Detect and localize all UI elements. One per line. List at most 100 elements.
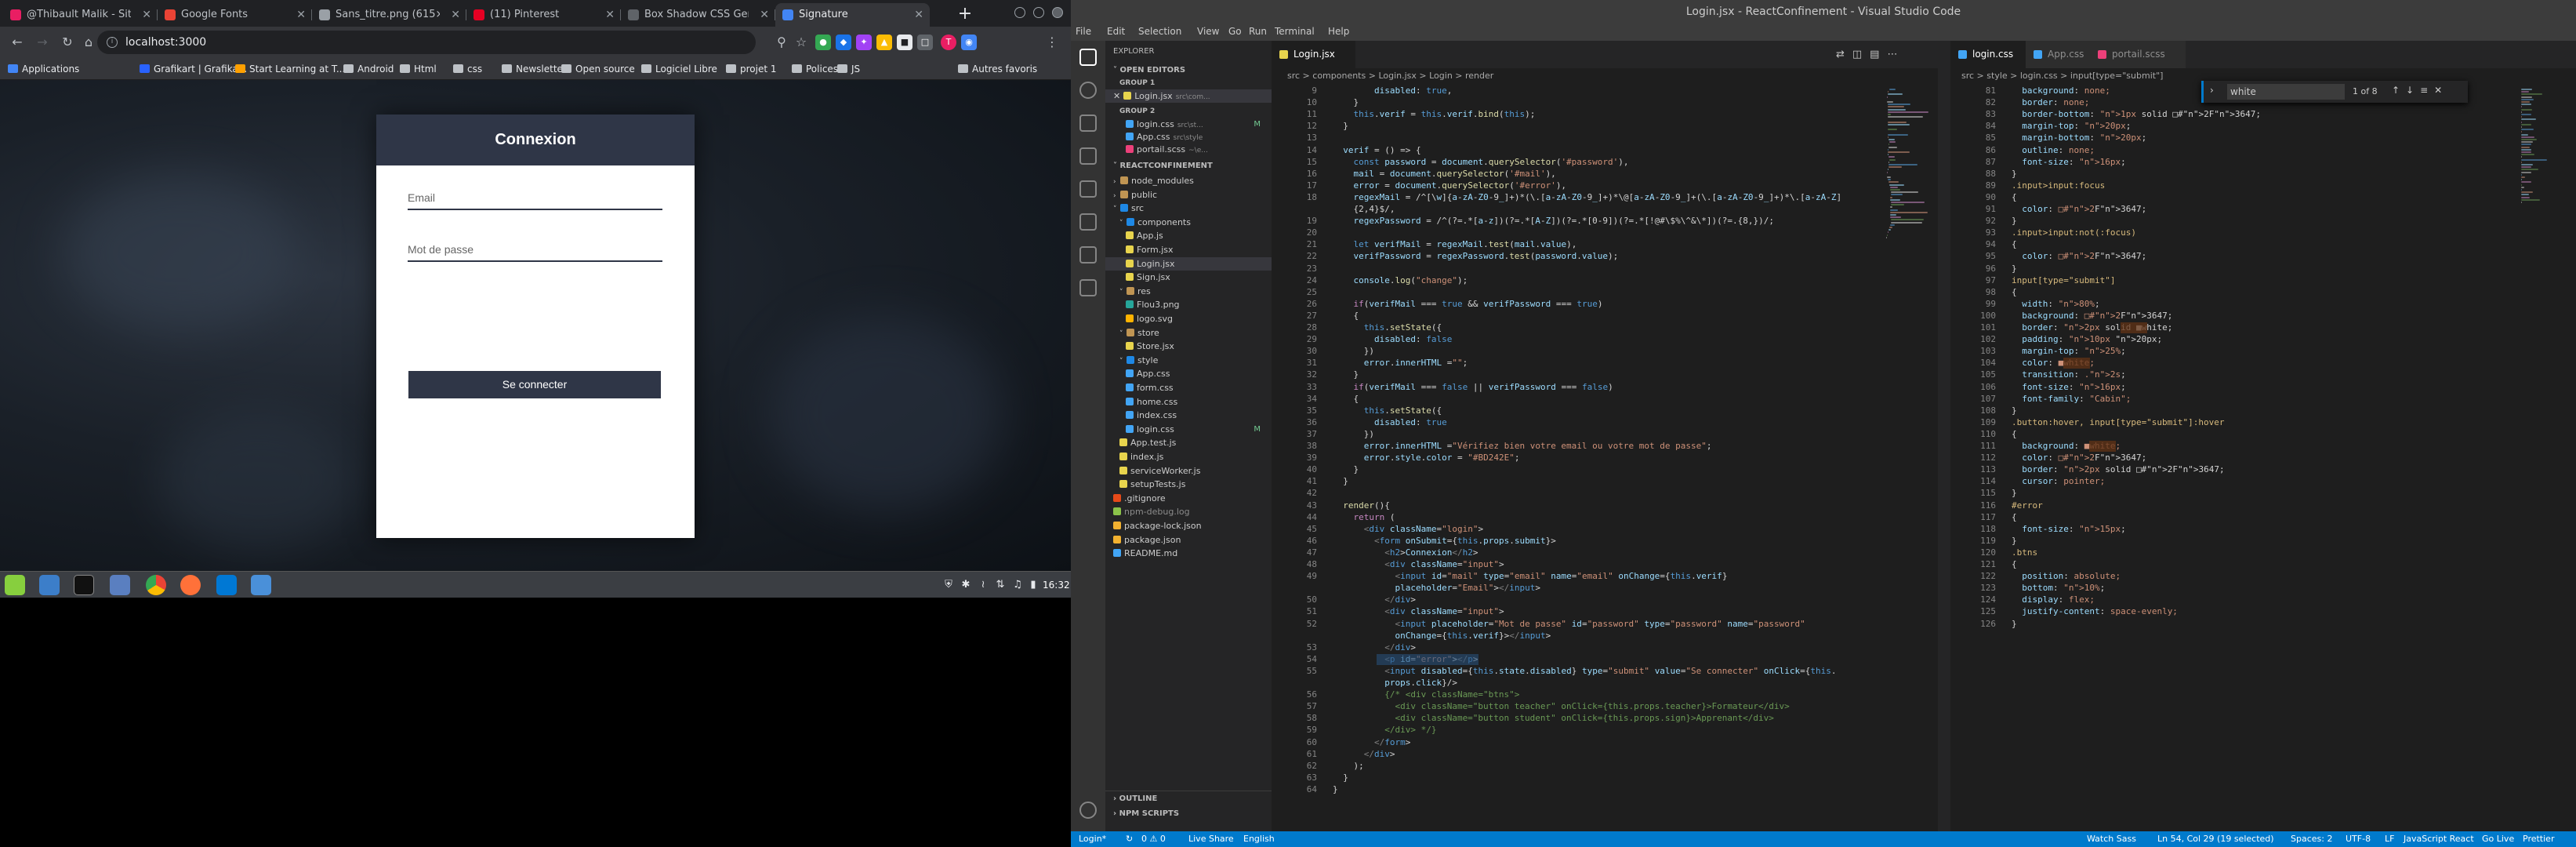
shield-icon[interactable]: ⛨: [942, 579, 955, 591]
tree-item[interactable]: setupTests.js: [1105, 478, 1272, 491]
file-manager-icon[interactable]: [110, 575, 130, 595]
extension-icon[interactable]: ▲: [876, 35, 892, 50]
docker-icon[interactable]: [1079, 279, 1097, 296]
tab-login-css[interactable]: login.css: [1950, 41, 2034, 68]
watch-sass-button[interactable]: Watch Sass: [2087, 831, 2136, 847]
tree-item[interactable]: package-lock.json: [1105, 519, 1272, 533]
bookmark-item[interactable]: css: [453, 61, 482, 77]
indentation[interactable]: Spaces: 2: [2291, 831, 2332, 847]
tree-item[interactable]: App.css: [1105, 367, 1272, 380]
tree-item[interactable]: ˅ res: [1105, 285, 1272, 298]
submit-button[interactable]: Se connecter: [408, 371, 661, 398]
extensions-icon[interactable]: [1079, 246, 1097, 264]
close-icon[interactable]: ✕: [142, 3, 151, 27]
open-editor-item[interactable]: App.css src\style: [1105, 130, 1272, 144]
breadcrumb[interactable]: src > components > Login.jsx > Login > r…: [1272, 68, 1938, 84]
tree-item[interactable]: logo.svg: [1105, 312, 1272, 325]
bookmark-item[interactable]: Newsletter: [502, 61, 567, 77]
minimap-1[interactable]: [1883, 84, 1938, 445]
browser-tab[interactable]: Box Shadow CSS Gene ✕: [621, 3, 775, 27]
find-input[interactable]: white: [2227, 84, 2345, 100]
language-mode[interactable]: JavaScript React: [2404, 831, 2474, 847]
extension-icon[interactable]: ●: [815, 35, 831, 50]
tree-item[interactable]: login.css M: [1105, 423, 1272, 436]
tree-item[interactable]: › node_modules: [1105, 174, 1272, 187]
close-icon[interactable]: ✕: [1113, 91, 1120, 101]
address-bar[interactable]: i localhost:3000: [97, 31, 756, 54]
menu-item-run[interactable]: Run: [1249, 26, 1267, 37]
browser-tab[interactable]: @Thibault Malik - Situa ✕: [3, 3, 158, 27]
tree-item[interactable]: .gitignore: [1105, 492, 1272, 505]
tree-item[interactable]: ˅ components: [1105, 216, 1272, 229]
source-control-icon[interactable]: [1079, 115, 1097, 132]
extension-icon[interactable]: ■: [897, 35, 912, 50]
tree-item[interactable]: npm-debug.log: [1105, 505, 1272, 518]
menu-item-selection[interactable]: Selection: [1138, 26, 1181, 37]
bookmark-item[interactable]: Polices: [792, 61, 838, 77]
bluetooth-icon[interactable]: ✱: [960, 579, 972, 591]
volume-icon[interactable]: ♫: [1011, 579, 1024, 591]
problems-indicator[interactable]: 0 ⚠ 0: [1141, 831, 1166, 847]
desktop-icon[interactable]: [39, 575, 60, 595]
bookmark-item[interactable]: Android: [343, 61, 394, 77]
close-icon[interactable]: ✕: [605, 3, 615, 27]
battery-icon[interactable]: ▮: [1027, 579, 1039, 591]
terminal-icon[interactable]: [74, 575, 94, 595]
menu-item-view[interactable]: View: [1197, 26, 1219, 37]
tab-login-jsx[interactable]: Login.jsx: [1272, 41, 1355, 68]
outline-header[interactable]: › OUTLINE: [1105, 791, 1272, 806]
bookmark-item[interactable]: Open source: [561, 61, 635, 77]
browser-tab[interactable]: Sans_titre.png (615×40 ✕: [312, 3, 466, 27]
bookmark-item[interactable]: Start Learning at T...: [235, 61, 345, 77]
bookmark-star-icon[interactable]: ☆: [792, 33, 811, 52]
bookmark-item[interactable]: Logiciel Libre: [641, 61, 717, 77]
tree-item[interactable]: index.css: [1105, 409, 1272, 422]
clock[interactable]: 16:32: [1043, 572, 1070, 598]
remote-explorer-icon[interactable]: [1079, 180, 1097, 198]
tree-item[interactable]: README.md: [1105, 547, 1272, 560]
tree-item[interactable]: › public: [1105, 188, 1272, 202]
line-ending[interactable]: LF: [2385, 831, 2394, 847]
cursor-position[interactable]: Ln 54, Col 29 (19 selected): [2157, 831, 2274, 847]
spell-language[interactable]: English: [1243, 831, 1275, 847]
tree-item[interactable]: serviceWorker.js: [1105, 464, 1272, 478]
tab-portail-scss[interactable]: portail.scss: [2090, 41, 2186, 68]
live-share-icon[interactable]: [1079, 213, 1097, 231]
home-icon[interactable]: ⌂: [82, 33, 96, 52]
firefox-icon[interactable]: [180, 575, 201, 595]
scrollbar[interactable]: [1938, 41, 1950, 831]
browser-tab[interactable]: Google Fonts ✕: [158, 3, 312, 27]
password-field[interactable]: Mot de passe: [408, 238, 662, 262]
bookmark-item[interactable]: Autres favoris: [958, 61, 1037, 77]
camera-icon[interactable]: [251, 575, 271, 595]
new-tab-button[interactable]: +: [955, 5, 975, 25]
tree-item[interactable]: index.js: [1105, 450, 1272, 463]
minimap-2[interactable]: [2518, 84, 2570, 413]
close-icon[interactable]: ✕: [760, 3, 769, 27]
tree-item[interactable]: package.json: [1105, 533, 1272, 547]
color-picker-icon[interactable]: ✦: [856, 35, 872, 50]
branch-indicator[interactable]: Login*: [1079, 831, 1106, 847]
menu-item-terminal[interactable]: Terminal: [1275, 26, 1315, 37]
find-navigation[interactable]: ↑↓≡✕: [2392, 85, 2448, 96]
extension-icon[interactable]: ◉: [961, 35, 977, 50]
tree-item[interactable]: Store.jsx: [1105, 340, 1272, 353]
tree-item[interactable]: home.css: [1105, 395, 1272, 409]
menu-icon[interactable]: [5, 575, 25, 595]
close-icon[interactable]: ✕: [296, 3, 306, 27]
forward-button[interactable]: →: [33, 33, 52, 52]
npm-scripts-header[interactable]: › NPM SCRIPTS: [1105, 806, 1272, 822]
open-editor-item[interactable]: portail.scss ~\e...: [1105, 143, 1272, 156]
reload-button[interactable]: ↻: [58, 33, 77, 52]
extension-icon[interactable]: □: [917, 35, 933, 50]
bookmark-item[interactable]: Grafikart | Grafika...: [140, 61, 247, 77]
tree-item[interactable]: ˅ style: [1105, 354, 1272, 367]
editor-actions[interactable]: ⇄◫▤⋯: [1836, 49, 1905, 60]
tree-item[interactable]: Sign.jsx: [1105, 271, 1272, 284]
tree-item[interactable]: App.test.js: [1105, 436, 1272, 449]
open-editor-item[interactable]: login.css src\st... M: [1105, 118, 1272, 131]
network-icon[interactable]: ⇅: [994, 579, 1007, 591]
bookmark-item[interactable]: Html: [400, 61, 437, 77]
tree-item[interactable]: ˅ store: [1105, 326, 1272, 340]
tree-item[interactable]: App.js: [1105, 229, 1272, 242]
